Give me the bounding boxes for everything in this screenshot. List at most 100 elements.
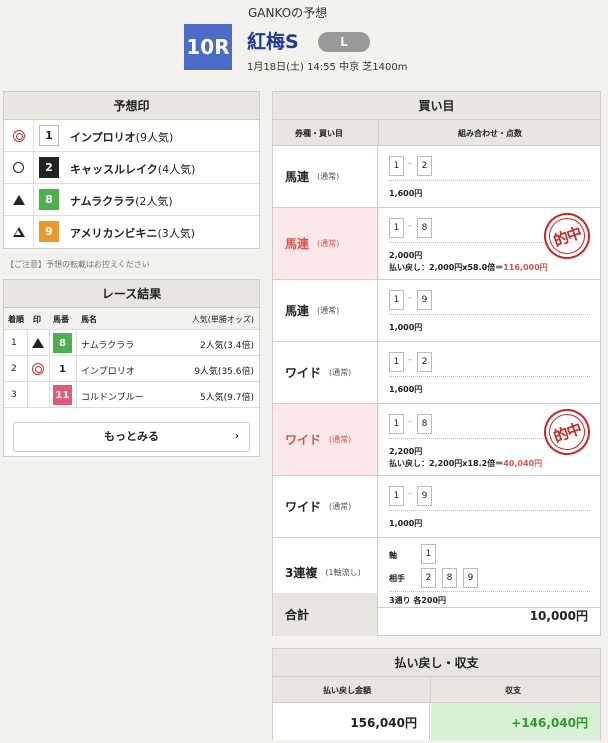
expert-title: GANKOの予想 — [248, 6, 328, 20]
payout-value: 156,040円 — [350, 716, 417, 730]
double-circle-icon — [12, 129, 25, 142]
double-circle-icon — [32, 363, 44, 375]
payout-label: 払い戻し — [389, 263, 421, 272]
horse-name: インプロリオ — [81, 367, 135, 377]
axis-label: 軸 — [389, 551, 397, 560]
result-rank: 1 — [11, 338, 17, 348]
horse-number-badge: 1 — [39, 125, 59, 146]
combo-number: 9 — [417, 486, 432, 506]
horse-number-badge: 11 — [53, 385, 72, 405]
prediction-mark — [4, 184, 34, 215]
more-button[interactable]: もっとみる › — [13, 422, 250, 452]
horse-number-badge: 8 — [39, 189, 59, 210]
bet-type-label: ワイド — [285, 500, 322, 514]
horse-popularity-odds: 5人気(9.7倍) — [199, 393, 254, 403]
prediction-row: 2 キャッスルレイク(4人気) — [4, 152, 259, 184]
bet-type-label: 馬連 — [285, 304, 310, 318]
payout-cell: 156,040円 — [273, 703, 430, 740]
payout-label: 払い戻し — [389, 459, 421, 468]
bet-method: (通常) — [317, 172, 340, 181]
combo-number: 1 — [389, 290, 404, 310]
horse-number-badge: 2 — [39, 157, 59, 178]
bet-row: 馬連 (通常) 1–2 1,600円 — [273, 146, 600, 208]
bet-type-label: 馬連 — [285, 170, 310, 184]
combo-number: 1 — [389, 486, 404, 506]
bet-row-hit: 馬連 (通常) 1–8 2,000円 払い戻し：2,000円x58.0倍＝116,000… — [273, 206, 600, 280]
combo-number: 2 — [417, 352, 432, 372]
hit-stamp-icon: 的中 — [537, 206, 597, 266]
returns-panel: 払い戻し・収支 払い戻し金額 収支 156,040円 +146,040円 — [272, 648, 601, 740]
payout-header: 払い戻し金額 — [323, 686, 371, 695]
profit-value: +146,040円 — [511, 716, 588, 730]
open-triangle-icon — [12, 226, 25, 237]
horse-name-text: アメリカンビキニ — [70, 227, 158, 240]
bet-amount: 2,000円 — [389, 251, 423, 260]
bet-row: ワイド (通常) 1–9 1,000円 — [273, 476, 600, 538]
bet-amount: 1,000円 — [389, 323, 423, 332]
total-label: 合計 — [273, 593, 378, 636]
prediction-mark — [4, 120, 34, 151]
horse-name-text: キャッスルレイク — [70, 163, 158, 176]
payout-calc: ：2,000円x58.0倍＝ — [421, 263, 504, 272]
col-bet-type: 券種・買い目 — [295, 129, 343, 138]
filled-triangle-icon — [32, 338, 44, 348]
result-table-header: 着順 印 馬番 馬名 人気(単勝オッズ) — [4, 308, 259, 330]
col-name: 馬名 — [81, 315, 97, 324]
result-mark — [32, 389, 44, 401]
race-result-title: レース結果 — [4, 280, 259, 308]
race-meta: 1月18日(土) 14:55 中京 芝1400m — [247, 62, 408, 73]
horse-number-badge: 1 — [53, 359, 72, 379]
partner-number: 9 — [463, 568, 478, 588]
result-row: 3 11 コルドンブルー 5人気(9.7倍) — [4, 382, 259, 408]
bets-title: 買い目 — [273, 92, 600, 120]
horse-number-badge: 8 — [53, 333, 72, 353]
bet-amount: 1,000円 — [389, 519, 423, 528]
hit-stamp-icon: 的中 — [537, 402, 597, 462]
prediction-row: 1 インプロリオ(9人気) — [4, 120, 259, 152]
col-rank: 着順 — [8, 315, 24, 324]
profit-cell: +146,040円 — [431, 703, 600, 740]
combo-number: 1 — [389, 352, 404, 372]
payout-line: 払い戻し：2,200円x18.2倍＝40,040円 — [389, 458, 542, 469]
more-button-label: もっとみる — [104, 430, 159, 443]
prediction-panel: 予想印 1 インプロリオ(9人気) 2 キャッスルレイク(4人気) 8 ナムラクララ(2人… — [3, 91, 260, 249]
partner-number: 2 — [421, 568, 436, 588]
col-combo: 組み合わせ・点数 — [458, 129, 522, 138]
result-mark — [32, 337, 44, 349]
horse-popularity: (2人気) — [135, 195, 173, 208]
bet-combination: 1–9 1,000円 — [379, 280, 600, 341]
horse-name: インプロリオ(9人気) — [70, 129, 173, 145]
horse-name: ナムラクララ — [81, 341, 135, 351]
bet-row: ワイド (通常) 1–2 1,600円 — [273, 342, 600, 404]
horse-popularity: (3人気) — [157, 227, 196, 240]
combo-number: 1 — [389, 414, 404, 434]
combo-number: 9 — [417, 290, 432, 310]
bet-row: 馬連 (通常) 1–9 1,000円 — [273, 280, 600, 342]
bet-combination: 1–9 1,000円 — [379, 476, 600, 537]
repost-notice: 【ご注意】予想の転載はお控えください — [6, 260, 150, 269]
payout-calc: ：2,200円x18.2倍＝ — [421, 459, 504, 468]
horse-popularity: (9人気) — [135, 131, 174, 144]
bet-type: 馬連 (通常) — [273, 146, 378, 207]
col-number: 馬番 — [53, 315, 69, 324]
prediction-row: 9 アメリカンビキニ(3人気) — [4, 216, 259, 248]
filled-triangle-icon — [12, 194, 25, 205]
bet-type: ワイド (通常) — [273, 476, 378, 537]
profit-header: 収支 — [505, 686, 521, 695]
horse-name-text: ナムラクララ — [70, 195, 136, 208]
prediction-mark — [4, 152, 34, 183]
bet-type: ワイド (通常) — [273, 342, 378, 403]
total-row: 合計 10,000円 — [273, 593, 600, 636]
bet-method: (1軸流し) — [325, 568, 361, 577]
partner-label: 相手 — [389, 574, 405, 583]
race-header: GANKOの予想 10R 紅梅S L 1月18日(土) 14:55 中京 芝14… — [0, 0, 608, 80]
race-name: 紅梅S — [247, 31, 299, 53]
horse-popularity-odds: 2人気(3.4倍) — [199, 341, 254, 351]
race-number-badge: 10R — [184, 24, 232, 70]
race-result-panel: レース結果 着順 印 馬番 馬名 人気(単勝オッズ) 1 8 ナムラクララ 2人気(3… — [3, 279, 260, 457]
bet-type-label: ワイド — [285, 366, 322, 380]
prediction-mark — [4, 216, 34, 247]
bet-method: (通常) — [317, 306, 340, 315]
axis-number: 1 — [421, 544, 436, 564]
result-rank: 2 — [11, 364, 17, 374]
